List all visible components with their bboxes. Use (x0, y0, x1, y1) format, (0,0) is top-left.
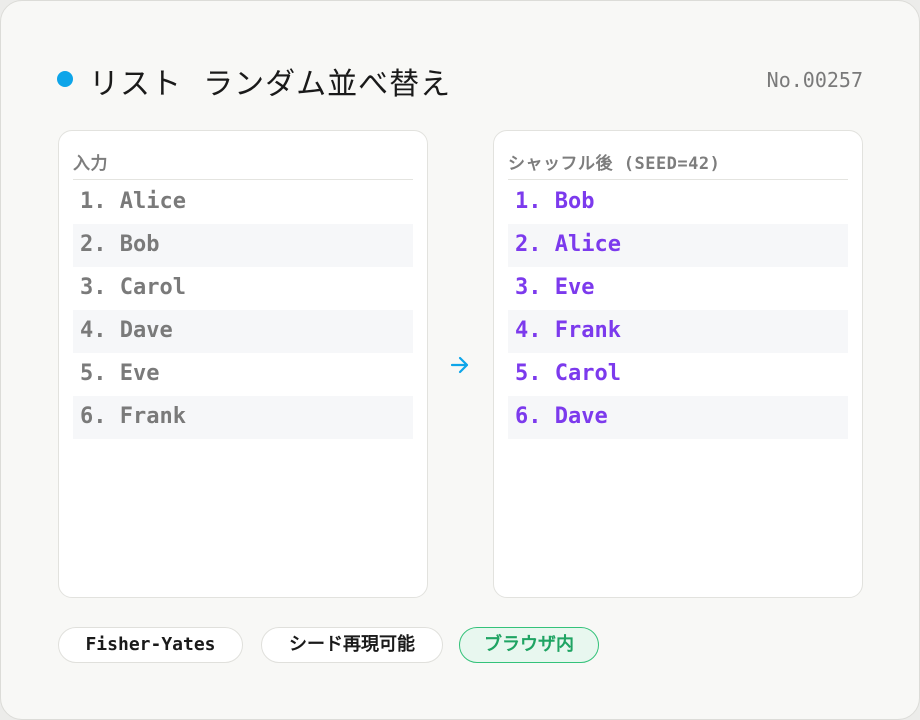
input-list-item: 3. Carol (80, 275, 186, 300)
right-arrow-icon (450, 356, 469, 374)
output-list-item: 5. Carol (515, 361, 621, 386)
input-panel: 入力 1. Alice 2. Bob 3. Carol 4. Dave 5. E… (58, 130, 428, 598)
input-list: 1. Alice 2. Bob 3. Carol 4. Dave 5. Eve … (73, 181, 413, 439)
shuffle-card: リスト ランダム並べ替え No.00257 入力 1. Alice 2. Bob… (0, 0, 920, 720)
tag-seed-reproducible: シード再現可能 (261, 627, 443, 663)
output-panel: シャッフル後 (SEED=42) 1. Bob 2. Alice 3. Eve … (493, 130, 863, 598)
input-panel-heading: 入力 (73, 149, 413, 180)
output-panel-heading: シャッフル後 (SEED=42) (508, 149, 848, 180)
tag-in-browser: ブラウザ内 (459, 627, 599, 663)
output-list-item: 1. Bob (515, 189, 595, 214)
output-list-item: 2. Alice (508, 224, 848, 267)
output-list-item: 4. Frank (508, 310, 848, 353)
input-list-item: 5. Eve (80, 361, 160, 386)
status-dot (57, 71, 73, 87)
output-list: 1. Bob 2. Alice 3. Eve 4. Frank 5. Carol… (508, 181, 848, 439)
tag-fisher-yates: Fisher-Yates (58, 627, 243, 663)
page-title: リスト ランダム並べ替え (89, 67, 452, 102)
output-list-item: 3. Eve (515, 275, 595, 300)
input-list-item: 2. Bob (73, 224, 413, 267)
output-list-item: 6. Dave (508, 396, 848, 439)
input-list-item: 1. Alice (80, 189, 186, 214)
serial-number: No.00257 (766, 68, 863, 92)
input-list-item: 6. Frank (73, 396, 413, 439)
input-list-item: 4. Dave (73, 310, 413, 353)
